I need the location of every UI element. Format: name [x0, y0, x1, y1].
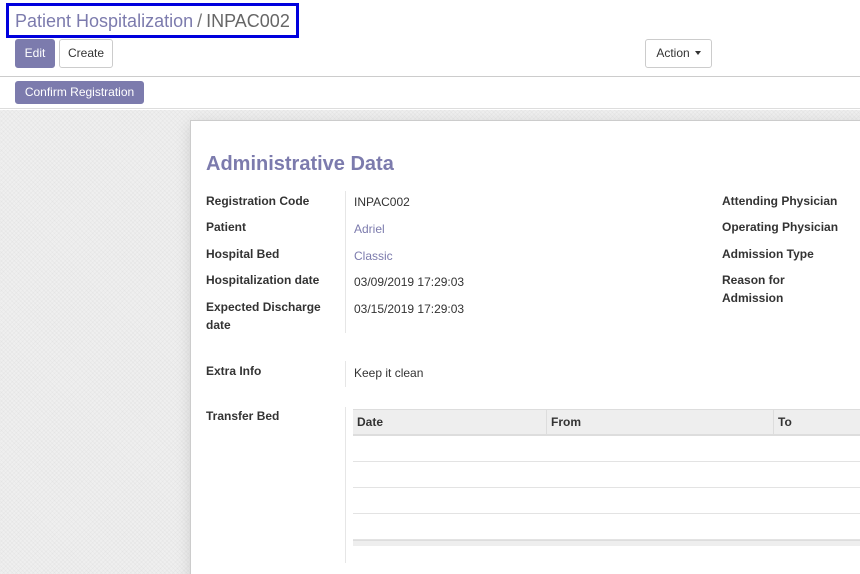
breadcrumb: Patient Hospitalization / INPAC002 — [6, 3, 299, 38]
extra-info-label: Extra Info — [206, 364, 262, 378]
table-footer — [353, 540, 860, 546]
statusbar: Confirm Registration — [0, 78, 860, 109]
control-panel: Patient Hospitalization / INPAC002 Edit Cr… — [0, 0, 860, 77]
edit-button[interactable]: Edit — [15, 39, 55, 68]
operating-physician-label: Operating Physician — [722, 220, 839, 234]
reason-for-admission-label: Reason for Admission — [722, 273, 785, 305]
caret-down-icon — [694, 50, 701, 55]
registration-code-label: Registration Code — [206, 194, 310, 208]
column-header-to[interactable]: To — [773, 410, 860, 435]
extra-info-value: Keep it clean — [354, 366, 424, 380]
field-separator — [345, 407, 346, 563]
admission-type-label: Admission Type — [722, 247, 814, 261]
breadcrumb-separator: / — [197, 11, 203, 31]
create-button[interactable]: Create — [59, 39, 113, 68]
table-row — [353, 436, 860, 462]
table-row — [353, 488, 860, 514]
confirm-registration-button[interactable]: Confirm Registration — [15, 81, 144, 104]
breadcrumb-parent-link[interactable]: Patient Hospitalization — [15, 11, 193, 31]
field-separator — [345, 361, 346, 387]
attending-physician-label: Attending Physician — [722, 194, 838, 208]
field-separator — [345, 191, 346, 333]
transfer-bed-label: Transfer Bed — [206, 409, 280, 423]
table-row — [353, 462, 860, 488]
column-header-date[interactable]: Date — [353, 410, 546, 435]
action-dropdown-button[interactable]: Action — [645, 39, 712, 68]
table-row — [353, 514, 860, 540]
patient-link[interactable]: Adriel — [354, 220, 385, 238]
form-title: Administrative Data — [206, 153, 394, 175]
expected-discharge-date-value: 03/15/2019 17:29:03 — [354, 302, 465, 316]
registration-code-value: INPAC002 — [354, 195, 410, 209]
column-header-from[interactable]: From — [546, 410, 773, 435]
hospital-bed-link[interactable]: Classic — [354, 247, 393, 265]
hospitalization-date-label: Hospitalization date — [206, 273, 320, 287]
patient-label: Patient — [206, 220, 247, 234]
expected-discharge-date-label: Expected Discharge date — [206, 300, 321, 332]
breadcrumb-current: INPAC002 — [206, 11, 290, 31]
hospitalization-date-value: 03/09/2019 17:29:03 — [354, 275, 465, 289]
action-label: Action — [656, 46, 690, 60]
transfer-bed-table: Date From To — [353, 409, 860, 546]
hospital-bed-label: Hospital Bed — [206, 247, 280, 261]
table-header: Date From To — [353, 409, 860, 436]
